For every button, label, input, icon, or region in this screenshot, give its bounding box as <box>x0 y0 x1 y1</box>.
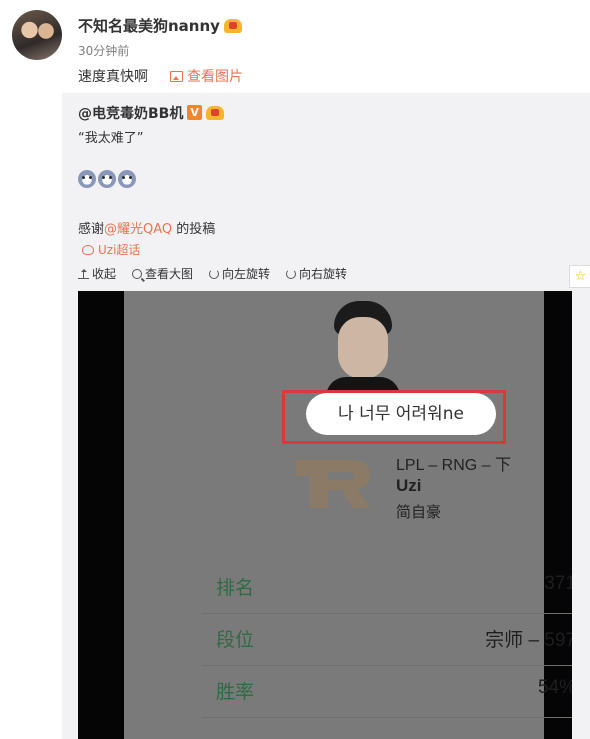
repost-quote: “我太难了” <box>78 131 144 146</box>
topic-label: Uzi超话 <box>98 243 141 257</box>
stat-row-rank: 排名 371 <box>202 561 572 614</box>
rotate-right-button[interactable]: 向右旋转 <box>286 265 347 282</box>
topic-link[interactable]: Uzi超话 <box>82 241 140 258</box>
stat-value: 371 <box>544 573 572 594</box>
stat-row-tier: 段位 宗师 – 597 <box>202 613 572 666</box>
image-toolbar: 收起 查看大图 向左旋转 向右旋转 <box>78 265 347 282</box>
speech-bubble: 나 너무 어려워ne <box>306 393 496 435</box>
rotate-left-icon <box>209 268 220 279</box>
team-line: LPL – RNG – 下 <box>396 457 512 474</box>
post-time[interactable]: 30分钟前 <box>78 42 129 59</box>
emoji-icon <box>98 170 116 188</box>
thanks-line: 感谢@耀光QAQ 的投稿 <box>78 222 216 237</box>
vip-badge-icon <box>223 19 242 33</box>
stat-row-winrate: 胜率 54% <box>202 665 572 718</box>
stat-label: 胜率 <box>216 681 255 703</box>
team-logo-icon <box>296 460 370 508</box>
player-real-name: 简自豪 <box>396 503 442 521</box>
rotate-right-icon <box>286 268 297 279</box>
post-text: 速度真快啊 <box>78 69 148 85</box>
original-user-link[interactable]: @电竞毒奶BB机 <box>78 103 225 123</box>
vip-badge-icon <box>206 106 225 120</box>
zoom-icon <box>132 268 143 279</box>
username[interactable]: 不知名最美狗nanny <box>78 15 242 36</box>
stat-label: 段位 <box>216 629 255 651</box>
avatar[interactable] <box>12 10 62 60</box>
stat-value: 宗师 – 597 <box>485 630 572 651</box>
super-topic-icon <box>82 244 94 255</box>
emoji-icon <box>78 170 96 188</box>
favorite-star-icon[interactable]: ☆ <box>569 265 590 288</box>
player-name: Uzi <box>396 476 422 495</box>
emoji-group <box>78 170 136 188</box>
stat-value: 54% <box>537 677 572 698</box>
image-icon <box>170 70 183 82</box>
collapse-button[interactable]: 收起 <box>78 265 116 282</box>
view-image-label: 查看图片 <box>187 69 243 85</box>
mention-link[interactable]: @耀光QAQ <box>104 222 172 237</box>
stat-label: 排名 <box>216 577 255 599</box>
post-image[interactable]: 나 너무 어려워ne LPL – RNG – 下 Uzi 简自豪 排名 371 … <box>78 291 572 739</box>
view-large-button[interactable]: 查看大图 <box>132 265 193 282</box>
view-image-link[interactable]: 查看图片 <box>170 66 243 86</box>
emoji-icon <box>118 170 136 188</box>
player-photo <box>326 301 400 397</box>
profile-card-screenshot: 나 너무 어려워ne LPL – RNG – 下 Uzi 简自豪 排名 371 … <box>124 291 572 739</box>
verified-badge-icon <box>187 105 203 120</box>
collapse-icon <box>78 268 89 279</box>
rotate-left-button[interactable]: 向左旋转 <box>209 265 270 282</box>
